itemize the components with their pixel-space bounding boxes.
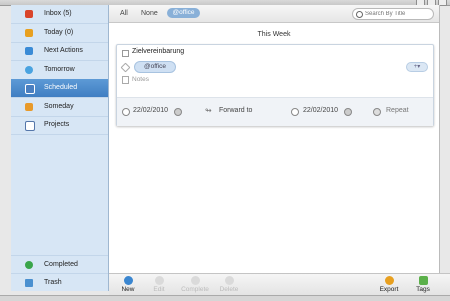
task-checkbox[interactable] (122, 50, 129, 57)
pencil-icon (154, 276, 164, 285)
tag-icon (120, 62, 131, 73)
due-icon (291, 108, 299, 116)
status-bar (0, 295, 450, 301)
forward-to-button[interactable]: Forward to (219, 107, 252, 114)
new-label: New (121, 286, 135, 293)
next-actions-icon (25, 47, 33, 55)
plus-icon (123, 276, 133, 285)
notes-field[interactable]: Notes (132, 76, 149, 83)
checkmark-icon (190, 276, 200, 285)
export-label: Export (379, 286, 399, 293)
clock-icon (122, 108, 130, 116)
sidebar-item-label: Next Actions (44, 47, 83, 54)
export-icon (384, 276, 394, 285)
sidebar-item-scheduled[interactable]: Scheduled (11, 79, 108, 98)
sidebar-item-tomorrow[interactable]: Tomorrow (11, 61, 108, 80)
sidebar-item-label: Completed (44, 261, 78, 268)
filter-tag-office[interactable]: @office (167, 8, 200, 18)
sidebar-item-label: Scheduled (44, 84, 78, 91)
sidebar-item-next-actions[interactable]: Next Actions (11, 42, 108, 61)
repeat-icon (373, 108, 381, 116)
main-panel: All None @office This Week Zielvereinbar… (109, 5, 440, 273)
sidebar-item-label: Trash (44, 279, 62, 286)
today-icon (25, 29, 33, 37)
sidebar-item-today[interactable]: Today (0) (11, 24, 108, 43)
complete-label: Complete (181, 286, 209, 293)
sidebar-item-label: Inbox (5) (44, 10, 72, 17)
search-input[interactable] (365, 9, 429, 19)
sidebar-item-someday[interactable]: Someday (11, 98, 108, 117)
sidebar-item-label: Someday (44, 103, 74, 110)
sidebar-item-projects[interactable]: Projects (11, 116, 108, 135)
repeat-button[interactable]: Repeat (386, 107, 409, 114)
trash-icon (25, 279, 33, 287)
task-tag[interactable]: @office (134, 61, 176, 73)
filter-all[interactable]: All (120, 10, 128, 17)
projects-icon (25, 121, 35, 131)
clear-due-date-icon[interactable] (344, 108, 352, 116)
search-icon (356, 11, 363, 18)
tags-icon (418, 276, 428, 285)
clear-start-date-icon[interactable] (174, 108, 182, 116)
sidebar: Inbox (5) Today (0) Next Actions Tomorro… (11, 5, 109, 291)
note-icon (122, 76, 129, 84)
complete-button[interactable]: Complete (179, 276, 211, 293)
sidebar-item-label: Projects (44, 121, 70, 128)
task-dates-row: 22/02/2010 ↬ Forward to 22/02/2010 Repea… (117, 97, 433, 126)
sidebar-item-inbox[interactable]: Inbox (5) (11, 5, 108, 24)
export-button[interactable]: Export (377, 276, 401, 293)
delete-label: Delete (219, 286, 239, 293)
due-date[interactable]: 22/02/2010 (303, 107, 338, 114)
task-title[interactable]: Zielvereinbarung (132, 48, 184, 55)
tomorrow-icon (25, 66, 33, 74)
sidebar-item-label: Today (0) (44, 29, 74, 36)
someday-icon (25, 103, 33, 111)
sidebar-item-completed[interactable]: Completed (11, 255, 108, 274)
edit-button[interactable]: Edit (147, 276, 171, 293)
add-tag-button[interactable]: +▾ (406, 62, 428, 72)
section-title: This Week (257, 31, 291, 38)
delete-icon (224, 276, 234, 285)
tags-button[interactable]: Tags (411, 276, 435, 293)
filter-none[interactable]: None (141, 10, 158, 17)
start-date[interactable]: 22/02/2010 (133, 107, 168, 114)
sidebar-item-label: Tomorrow (44, 66, 75, 73)
new-button[interactable]: New (116, 276, 140, 293)
delete-button[interactable]: Delete (217, 276, 241, 293)
check-icon (25, 261, 33, 269)
inbox-icon (25, 10, 33, 18)
sidebar-item-trash[interactable]: Trash (11, 273, 108, 292)
search-box[interactable] (352, 8, 434, 20)
task-card[interactable]: Zielvereinbarung @office +▾ Notes 22/02/… (116, 44, 434, 126)
filter-bar: All None @office (109, 5, 439, 23)
bottom-toolbar: New Edit Complete Delete Export Tags (109, 273, 450, 296)
edit-label: Edit (153, 286, 165, 293)
tags-label: Tags (416, 286, 430, 293)
calendar-icon (25, 84, 35, 94)
forward-arrow-icon: ↬ (205, 106, 212, 115)
